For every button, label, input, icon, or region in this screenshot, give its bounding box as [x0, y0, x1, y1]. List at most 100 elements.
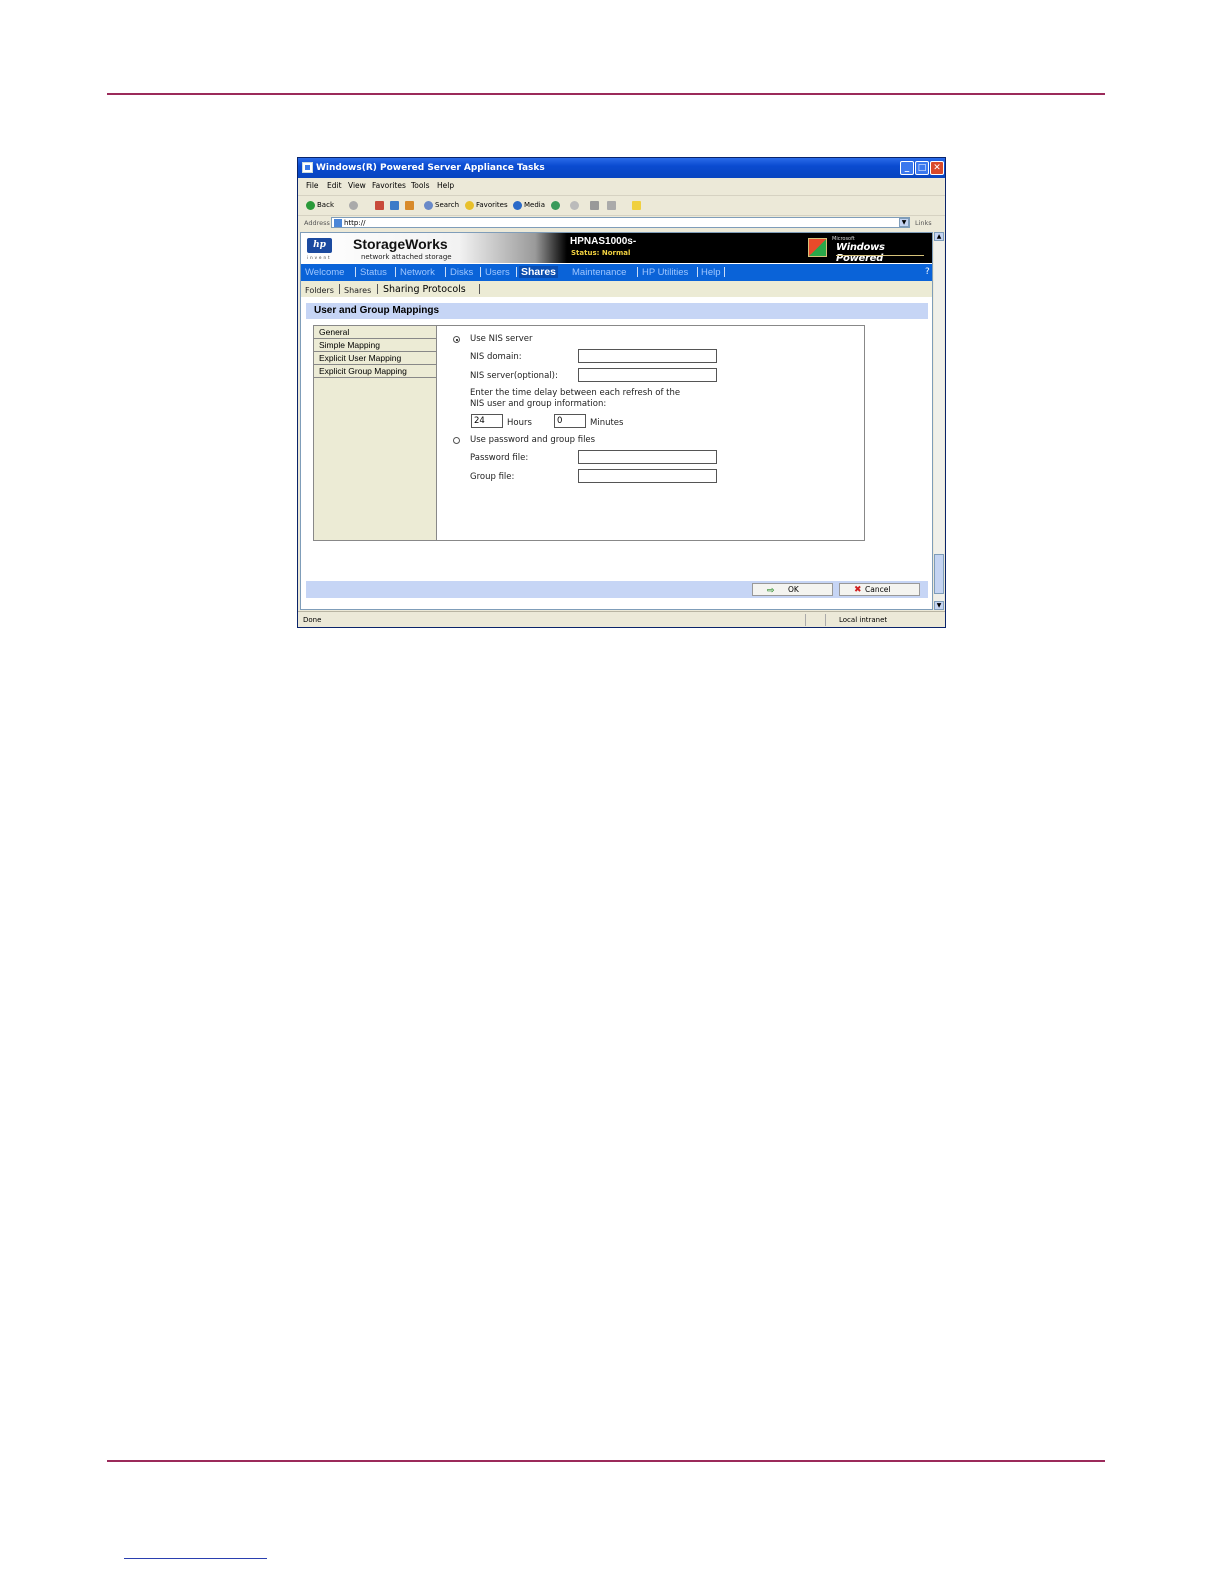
- media-button[interactable]: Media: [513, 199, 545, 212]
- subnav-folders[interactable]: Folders: [305, 286, 334, 295]
- search-label: Search: [435, 201, 460, 209]
- tab-general[interactable]: General: [314, 326, 436, 339]
- nav-separator: [697, 267, 698, 277]
- title-bar[interactable]: Windows(R) Powered Server Appliance Task…: [298, 158, 945, 178]
- media-label: Media: [524, 201, 546, 209]
- menu-favorites[interactable]: Favorites: [372, 181, 406, 190]
- window-title: Windows(R) Powered Server Appliance Task…: [316, 163, 545, 173]
- nav-separator: [355, 267, 356, 277]
- star-icon: [465, 200, 474, 210]
- logo-underline: [836, 255, 924, 256]
- messenger-button[interactable]: [632, 199, 643, 212]
- security-zone: Local intranet: [839, 616, 888, 624]
- cancel-x-icon: ✖: [854, 585, 862, 595]
- nav-separator: [395, 267, 396, 277]
- group-file-label: Group file:: [470, 472, 515, 482]
- edit-icon: [607, 200, 616, 210]
- favorites-label: Favorites: [476, 201, 508, 209]
- use-files-label: Use password and group files: [470, 435, 596, 445]
- history-button[interactable]: [551, 199, 562, 212]
- maximize-button[interactable]: □: [915, 161, 929, 175]
- nav-disks[interactable]: Disks: [450, 267, 473, 278]
- minutes-input[interactable]: 0: [554, 414, 586, 428]
- tab-simple-mapping[interactable]: Simple Mapping: [314, 339, 436, 352]
- mail-button[interactable]: [570, 199, 581, 212]
- subnav-separator: [377, 284, 378, 294]
- nav-network[interactable]: Network: [400, 267, 435, 278]
- button-bar: ⇨ OK ✖ Cancel: [306, 581, 928, 598]
- edit-button[interactable]: [607, 199, 618, 212]
- nav-hp-utilities[interactable]: HP Utilities: [642, 267, 688, 278]
- menu-view[interactable]: View: [348, 181, 366, 190]
- nav-separator: [480, 267, 481, 277]
- media-icon: [513, 200, 522, 210]
- product-title: StorageWorks: [353, 236, 448, 252]
- vertical-scrollbar[interactable]: ▲ ▼: [934, 232, 944, 610]
- subnav-shares[interactable]: Shares: [344, 286, 371, 295]
- nav-welcome[interactable]: Welcome: [305, 267, 344, 278]
- back-arrow-icon: [306, 200, 315, 210]
- refresh-icon: [390, 200, 399, 210]
- hp-logo: hp: [307, 238, 332, 253]
- scroll-down-icon[interactable]: ▼: [934, 601, 944, 610]
- status-bar: Done Local intranet: [298, 611, 945, 628]
- stop-button[interactable]: [375, 199, 386, 212]
- home-button[interactable]: [405, 199, 416, 212]
- subnav-sharing-protocols[interactable]: Sharing Protocols: [383, 284, 466, 295]
- tab-explicit-group-mapping[interactable]: Explicit Group Mapping: [314, 365, 436, 378]
- back-button[interactable]: Back: [306, 199, 334, 212]
- nis-domain-input[interactable]: [578, 349, 717, 363]
- history-icon: [551, 200, 560, 210]
- print-icon: [590, 200, 599, 210]
- group-file-input[interactable]: [578, 469, 717, 483]
- stop-icon: [375, 200, 384, 210]
- page-header: User and Group Mappings: [306, 303, 928, 319]
- use-files-radio[interactable]: [453, 437, 460, 444]
- favorites-button[interactable]: Favorites: [465, 199, 508, 212]
- links-button[interactable]: Links: [915, 219, 932, 227]
- nav-help[interactable]: Help: [701, 267, 721, 278]
- nav-shares[interactable]: Shares: [519, 266, 559, 278]
- back-label: Back: [317, 201, 334, 209]
- hp-invent-label: invent: [307, 255, 332, 260]
- password-file-input[interactable]: [578, 450, 717, 464]
- nav-users[interactable]: Users: [485, 267, 510, 278]
- ok-button[interactable]: ⇨ OK: [752, 583, 833, 596]
- search-button[interactable]: Search: [424, 199, 459, 212]
- browser-window: Windows(R) Powered Server Appliance Task…: [297, 157, 946, 628]
- menu-file[interactable]: File: [306, 181, 319, 190]
- hours-input[interactable]: 24: [471, 414, 503, 428]
- delay-description-line2: NIS user and group information:: [470, 399, 607, 409]
- scroll-thumb[interactable]: [934, 554, 944, 594]
- nav-separator: [445, 267, 446, 277]
- help-icon[interactable]: ?: [925, 267, 930, 277]
- refresh-button[interactable]: [390, 199, 401, 212]
- close-button[interactable]: ✕: [930, 161, 944, 175]
- delay-description-line1: Enter the time delay between each refres…: [470, 388, 681, 398]
- nav-maintenance[interactable]: Maintenance: [572, 267, 626, 278]
- minimize-button[interactable]: _: [900, 161, 914, 175]
- footer-link-underline: [124, 1558, 267, 1559]
- nis-server-input[interactable]: [578, 368, 717, 382]
- nav-status[interactable]: Status: [360, 267, 387, 278]
- scroll-up-icon[interactable]: ▲: [934, 232, 944, 241]
- address-input[interactable]: http://: [331, 217, 910, 228]
- print-button[interactable]: [590, 199, 601, 212]
- sub-nav: Folders Shares Sharing Protocols: [301, 281, 932, 297]
- cancel-button[interactable]: ✖ Cancel: [839, 583, 920, 596]
- status-done: Done: [303, 616, 322, 624]
- menu-tools[interactable]: Tools: [411, 181, 429, 190]
- forward-arrow-icon: [349, 200, 358, 210]
- nav-separator: [637, 267, 638, 277]
- use-nis-radio[interactable]: [453, 336, 460, 343]
- address-dropdown-chevron-icon[interactable]: ▼: [899, 218, 909, 227]
- page-title: User and Group Mappings: [314, 305, 440, 316]
- address-value: http://: [344, 219, 366, 227]
- forward-button[interactable]: [349, 199, 360, 212]
- arrow-right-icon: ⇨: [767, 586, 775, 596]
- menu-edit[interactable]: Edit: [327, 181, 342, 190]
- menu-help[interactable]: Help: [437, 181, 454, 190]
- address-label: Address: [304, 219, 330, 227]
- mail-icon: [570, 200, 579, 210]
- tab-explicit-user-mapping[interactable]: Explicit User Mapping: [314, 352, 436, 365]
